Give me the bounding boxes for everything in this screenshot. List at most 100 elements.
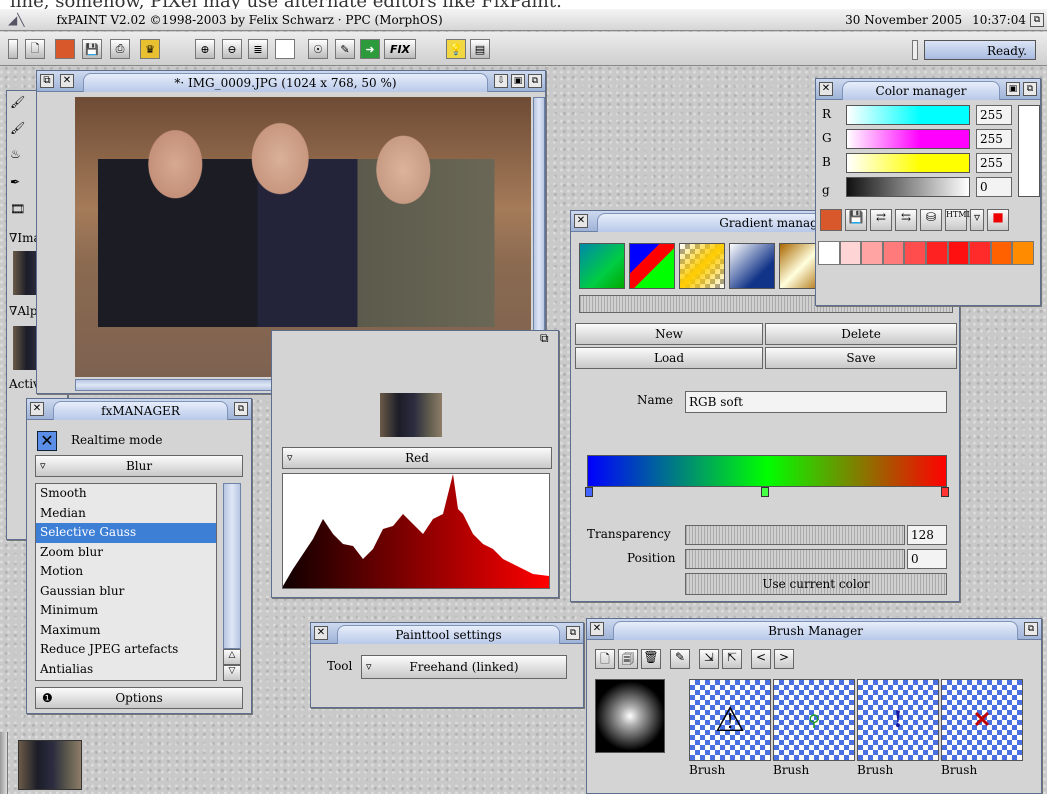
crown-icon[interactable]: ♛	[140, 39, 160, 59]
gray-value[interactable]: 0	[976, 177, 1012, 197]
brush-slot[interactable]: ⚲	[773, 679, 855, 761]
palette-swatch[interactable]	[839, 241, 862, 265]
lightbulb-icon[interactable]: 💡	[446, 39, 466, 59]
palette-swatch[interactable]	[861, 241, 883, 265]
brush-slot[interactable]: ✕	[941, 679, 1023, 761]
palette-swatch[interactable]	[990, 241, 1013, 265]
close-icon[interactable]: ✕	[60, 74, 74, 88]
list-item[interactable]: Antialias	[36, 660, 216, 680]
brush-slot[interactable]: !	[857, 679, 939, 761]
zoom-icon[interactable]: ▣	[511, 74, 525, 88]
close-icon[interactable]: ✕	[819, 82, 833, 96]
list-item[interactable]: Minimum	[36, 601, 216, 621]
transparency-value[interactable]: 128	[907, 525, 947, 545]
zoom-out-icon[interactable]: ⊖	[222, 39, 242, 59]
tool-dropdown[interactable]: ▿ Freehand (linked)	[361, 655, 567, 679]
list-item[interactable]: Gaussian blur	[36, 582, 216, 602]
new-file-icon[interactable]: 🗋	[25, 39, 45, 59]
category-dropdown[interactable]: ▿ Blur	[35, 455, 243, 477]
stop-icon[interactable]: ■	[987, 209, 1009, 231]
pen-icon[interactable]: ✒	[10, 175, 36, 197]
depth-icon[interactable]: ⧉	[234, 402, 248, 416]
close-icon[interactable]: ✕	[574, 214, 588, 228]
depth-icon[interactable]: ⧉	[540, 331, 558, 349]
copy-brush-icon[interactable]: 🗐	[618, 649, 638, 669]
list-item[interactable]: Motion	[36, 562, 216, 582]
color-palette[interactable]	[818, 241, 1034, 265]
grab-brush-icon[interactable]: ✎	[670, 649, 690, 669]
depth-icon[interactable]: ⧉	[1024, 622, 1038, 636]
gray-channel-slider[interactable]	[846, 177, 970, 197]
palette-swatch[interactable]	[904, 241, 926, 265]
dropdown-arrow-icon[interactable]: ▿	[970, 209, 984, 231]
brush-manager-titlebar[interactable]: ✕ Brush Manager ⧉	[587, 619, 1041, 640]
morphos-logo-icon[interactable]: ◢╲	[8, 13, 24, 27]
load-brush-icon[interactable]: ⇲	[699, 649, 719, 669]
list-icon[interactable]: ≣	[248, 39, 268, 59]
save-button[interactable]: Save	[765, 347, 957, 369]
palette-swatch[interactable]	[925, 241, 948, 265]
use-current-color-button[interactable]: Use current color	[685, 573, 947, 595]
gradient-preset[interactable]	[679, 243, 725, 289]
load-button[interactable]: Load	[575, 347, 763, 369]
depth-icon[interactable]: ⧉	[1023, 82, 1037, 96]
color-manager-titlebar[interactable]: ✕ Color manager ▣ ⧉	[816, 79, 1040, 100]
save-icon[interactable]: 💾	[845, 209, 867, 231]
transparency-slider[interactable]	[685, 525, 905, 545]
depth-icon[interactable]: ⧉	[528, 74, 542, 88]
save-icon[interactable]: 💾	[82, 39, 102, 59]
palette-swatch[interactable]	[818, 241, 840, 265]
gradient-stop-icon[interactable]	[585, 487, 593, 497]
palette-swatch[interactable]	[882, 241, 905, 265]
position-slider[interactable]	[685, 549, 905, 569]
close-icon[interactable]: ✕	[30, 402, 44, 416]
previous-icon[interactable]: <	[751, 649, 771, 669]
scroll-up-icon[interactable]: △	[223, 649, 241, 665]
gradient-preset[interactable]	[579, 243, 625, 289]
film-icon[interactable]: 🎞	[10, 202, 36, 224]
close-icon[interactable]: ✕	[314, 626, 328, 640]
menu-icon[interactable]: ▤	[470, 39, 490, 59]
brush-icon[interactable]: 🖌	[10, 95, 36, 117]
green-value[interactable]: 255	[976, 129, 1012, 149]
depth-icon[interactable]: ⧉	[566, 626, 580, 640]
options-button[interactable]: ❶ Options	[35, 687, 243, 709]
list-item[interactable]: Median	[36, 504, 216, 524]
trash-icon[interactable]: 🗑	[641, 649, 661, 669]
gradient-stop-icon[interactable]	[941, 487, 949, 497]
html-icon[interactable]: HTML	[945, 209, 972, 231]
red-value[interactable]: 255	[976, 105, 1012, 125]
window-depth-icon[interactable]: ⧉	[40, 74, 54, 88]
iconified-image-thumbnail[interactable]	[18, 740, 82, 790]
bucket-icon[interactable]: ⛁	[920, 209, 942, 231]
gradient-preview[interactable]	[587, 455, 947, 487]
copy-color-icon[interactable]: ⇄	[870, 209, 892, 231]
position-value[interactable]: 0	[907, 549, 947, 569]
screen-depth-icon[interactable]: ⧉	[1030, 12, 1044, 27]
red-channel-slider[interactable]	[846, 105, 970, 125]
palette-swatch[interactable]	[947, 241, 970, 265]
painttool-titlebar[interactable]: ✕ Painttool settings ⧉	[311, 623, 583, 644]
list-item[interactable]: Zoom blur	[36, 543, 216, 563]
new-brush-icon[interactable]: 🗋	[595, 649, 615, 669]
effects-scrollbar[interactable]	[223, 483, 241, 649]
blank-page-icon[interactable]	[275, 39, 295, 59]
list-item[interactable]: Maximum	[36, 621, 216, 641]
open-folder-icon[interactable]	[55, 39, 75, 59]
delete-button[interactable]: Delete	[765, 323, 957, 345]
image-window-titlebar[interactable]: ⧉ ✕ *· IMG_0009.JPG (1024 x 768, 50 %) ⇩…	[37, 71, 545, 92]
channel-dropdown[interactable]: ▿ Red	[282, 447, 552, 469]
list-item[interactable]: Reduce JPEG artefacts	[36, 640, 216, 660]
blue-value[interactable]: 255	[976, 153, 1012, 173]
list-item-selected[interactable]: Selective Gauss	[36, 523, 216, 543]
fxmanager-titlebar[interactable]: ✕ fxMANAGER ⧉	[27, 399, 251, 420]
fix-button[interactable]: FIX	[384, 39, 416, 59]
brush-tool-icon[interactable]: ✎	[335, 39, 355, 59]
close-icon[interactable]: ✕	[590, 622, 604, 636]
toolbar-grip[interactable]	[8, 39, 18, 59]
export-icon[interactable]: ➜	[360, 39, 380, 59]
print-icon[interactable]: ⎙	[110, 39, 130, 59]
open-folder-icon[interactable]	[820, 209, 842, 231]
list-item[interactable]: Smooth	[36, 484, 216, 504]
paint-brush-icon[interactable]: 🖌	[10, 121, 36, 143]
